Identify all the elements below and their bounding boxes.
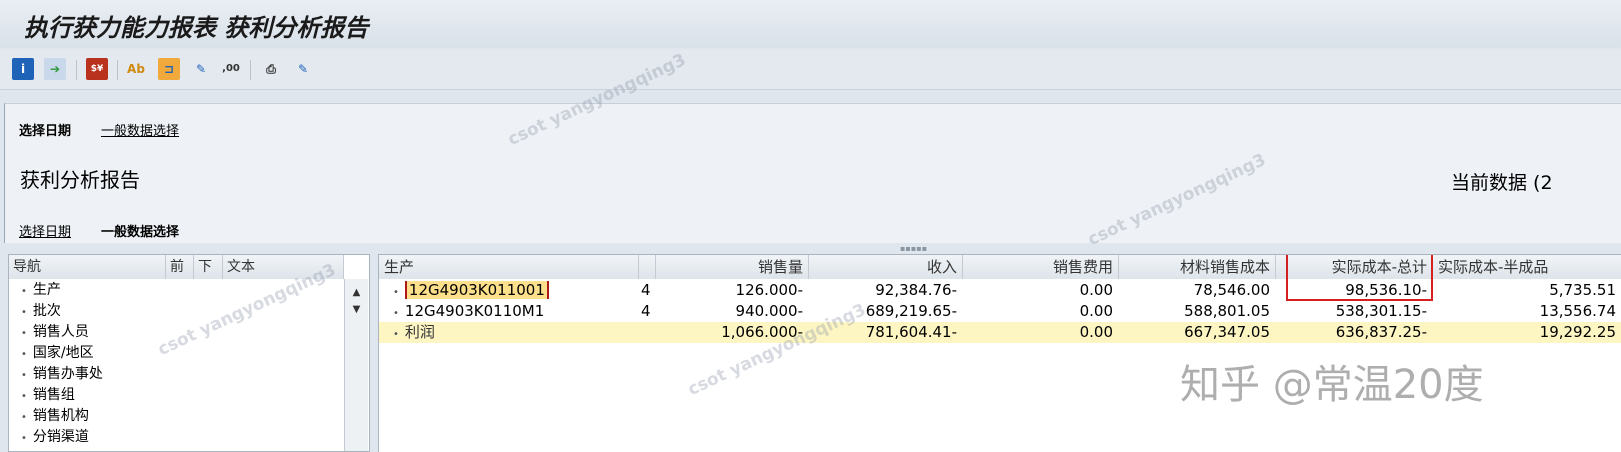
nav-item-sales-org[interactable]: • 销售机构 [21,406,89,428]
nav-item-label: 分销渠道 [32,429,89,445]
cell-total: 538,301.15- [1335,302,1427,320]
decimal-icon[interactable]: ,00 [220,58,242,80]
general-data-link[interactable]: 一般数据选择 [101,120,179,139]
nav-item-label: 批次 [32,303,61,319]
cell-name[interactable]: • 利润 [393,322,441,345]
nav-item-distribution-channel[interactable]: • 分销渠道 [21,427,89,449]
nav-item-sales-office[interactable]: • 销售办事处 [21,364,103,386]
toolbar-separator [76,60,77,80]
cell-expense: 0.00 [1079,281,1113,299]
scroll-up-icon[interactable]: ▲ [345,287,368,298]
general-data-tab[interactable]: 一般数据选择 [101,221,179,240]
cell-name-text: 利润 [404,323,435,341]
col-header-expense[interactable]: 销售费用 [963,255,1119,279]
cell-qty: 940.000- [735,302,803,320]
currency-icon[interactable]: $¥ [86,58,108,80]
nav-item-batch[interactable]: • 批次 [21,301,61,323]
current-data-label: 当前数据 (2 [1451,172,1553,194]
title-bar: 执行获力能力报表 获利分析报告 [0,0,1621,48]
cell-n: 4 [641,281,651,299]
cell-material: 667,347.05 [1184,323,1270,341]
cell-qty: 126.000- [735,281,803,299]
nav-item-label: 销售办事处 [32,366,103,382]
col-header-blank[interactable] [639,255,656,279]
nav-item-label: 销售机构 [32,408,89,424]
abc-icon[interactable]: Ab [125,58,147,80]
nav-scrollbar[interactable]: ▲ ▼ [344,279,368,451]
edit-icon[interactable]: ✎ [190,58,212,80]
scroll-down-icon[interactable]: ▼ [345,304,368,315]
nav-item-salesperson[interactable]: • 销售人员 [21,322,89,344]
cell-name[interactable]: • 12G4903K011001 [393,280,555,303]
toolbar-separator [250,60,251,80]
cell-total: 636,837.25- [1335,323,1427,341]
report-title: 获利分析报告 [20,168,140,192]
nav-item-production[interactable]: • 生产 [21,280,61,302]
header-panel: 选择日期 一般数据选择 获利分析报告 当前数据 (2 选择日期 一般数据选择 [4,103,1621,243]
col-header-qty[interactable]: 销售量 [656,255,809,279]
toolbar-separator [117,60,118,80]
nav-header-down[interactable]: 下 [194,255,223,279]
cell-name-text: 12G4903K0110M1 [404,302,545,320]
select-date-tab[interactable]: 选择日期 [19,120,71,139]
splitter[interactable]: ▪▪▪▪▪ [0,243,1621,253]
selected-cell[interactable]: 12G4903K011001 [404,281,549,299]
col-header-production[interactable]: 生产 [379,255,639,279]
nav-item-label: 销售人员 [32,324,89,340]
export-icon[interactable]: ➔ [44,58,66,80]
layout-icon[interactable]: ⊐ [158,58,180,80]
table-row[interactable]: • 12G4903K011001 4 126.000- 92,384.76- 0.… [379,280,1621,301]
cell-material: 588,801.05 [1184,302,1270,320]
col-header-semi[interactable]: 实际成本-半成品 [1433,255,1621,279]
zhihu-watermark: 知乎 @常温20度 [1180,362,1484,408]
table-row-total[interactable]: • 利润 1,066.000- 781,604.41- 0.00 667,347.… [379,322,1621,343]
col-header-material[interactable]: 材料销售成本 [1119,255,1276,279]
nav-item-label: 国家/地区 [32,345,94,361]
change-icon[interactable]: ✎ [292,58,314,80]
info-icon[interactable]: i [12,58,34,80]
window-title: 执行获力能力报表 获利分析报告 [24,13,369,42]
nav-item-label: 生产 [32,282,61,298]
cell-semi: 13,556.74 [1539,302,1616,320]
cell-semi: 5,735.51 [1549,281,1616,299]
cell-material: 78,546.00 [1193,281,1270,299]
print-preview-icon[interactable]: ⎙ [260,58,282,80]
nav-item-label: 销售组 [32,387,75,403]
cell-expense: 0.00 [1079,302,1113,320]
cell-semi: 19,292.25 [1539,323,1616,341]
col-header-revenue[interactable]: 收入 [809,255,963,279]
nav-header[interactable]: 导航 [9,255,166,279]
nav-item-country[interactable]: • 国家/地区 [21,343,94,365]
nav-header-prev[interactable]: 前 [166,255,194,279]
highlight-box [1286,255,1433,301]
cell-n: 4 [641,302,651,320]
select-date-link[interactable]: 选择日期 [19,221,71,240]
toolbar: i ➔ $¥ Ab ⊐ ✎ ,00 ⎙ ✎ [0,50,1621,90]
cell-name[interactable]: • 12G4903K0110M1 [393,301,550,324]
splitter-grip-icon[interactable]: ▪▪▪▪▪ [900,244,927,253]
cell-revenue: 92,384.76- [875,281,957,299]
nav-item-sales-group[interactable]: • 销售组 [21,385,75,407]
table-row[interactable]: • 12G4903K0110M1 4 940.000- 689,219.65- 0… [379,301,1621,322]
cell-expense: 0.00 [1079,323,1113,341]
